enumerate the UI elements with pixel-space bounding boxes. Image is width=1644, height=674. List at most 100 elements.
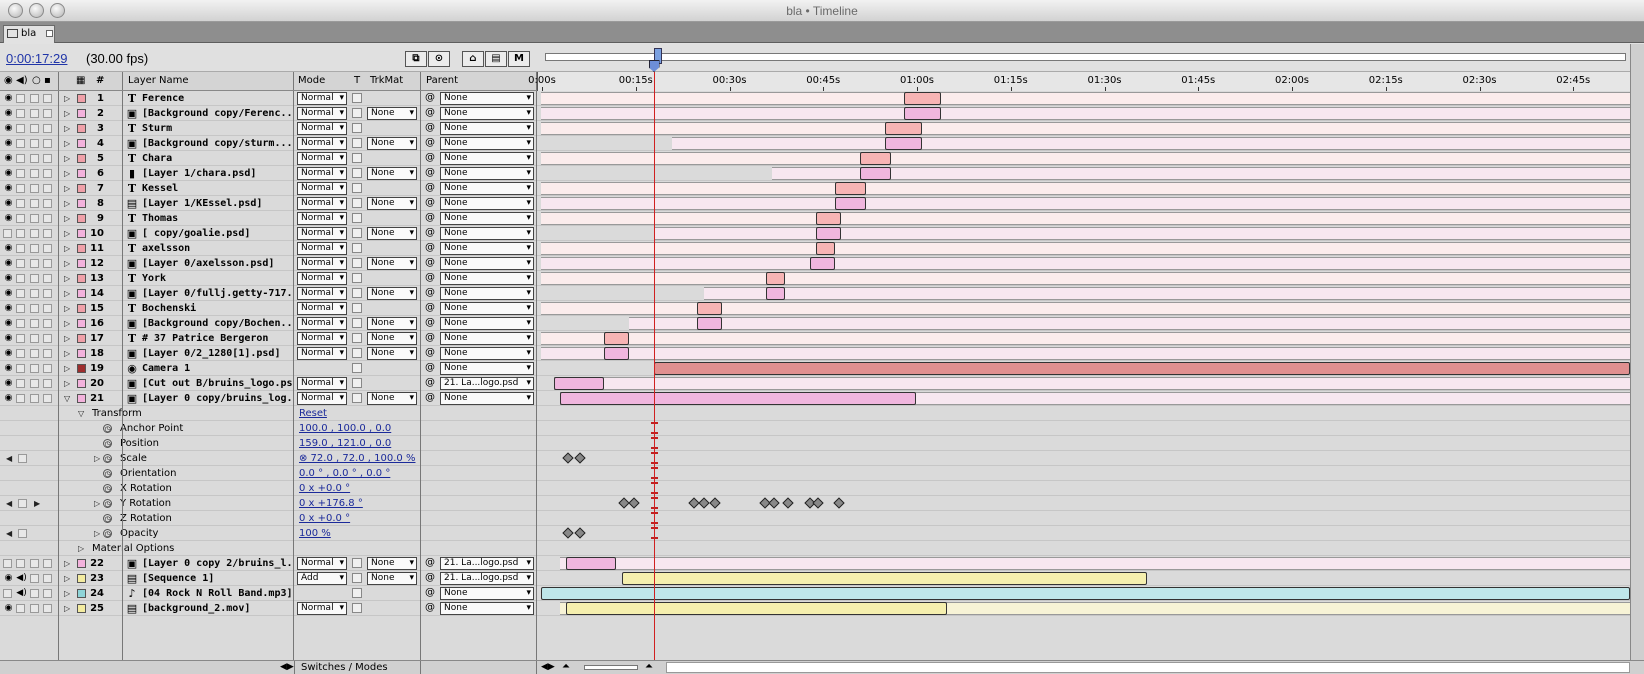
property-value[interactable]: 159.0 , 121.0 , 0.0 bbox=[299, 438, 391, 449]
layer-in-out-bar[interactable] bbox=[697, 317, 723, 330]
layer-name[interactable]: Camera 1 bbox=[142, 363, 292, 374]
trkmat-dropdown[interactable]: None bbox=[367, 197, 417, 210]
lock-switch-box[interactable] bbox=[43, 229, 52, 238]
video-eye-icon[interactable]: ◉ bbox=[3, 153, 14, 163]
solo-switch-box[interactable] bbox=[30, 349, 39, 358]
layer-duration-bar[interactable] bbox=[541, 257, 1630, 270]
shy-layers-icon[interactable]: ⊙ bbox=[428, 51, 450, 67]
preserve-transparency-checkbox[interactable] bbox=[352, 228, 362, 238]
pickwhip-icon[interactable]: @ bbox=[425, 242, 435, 253]
parent-dropdown[interactable]: None bbox=[440, 302, 534, 315]
keyframe-marker[interactable] bbox=[768, 497, 780, 509]
mode-dropdown[interactable]: Add bbox=[297, 572, 347, 585]
video-eye-icon[interactable]: ◉ bbox=[3, 573, 14, 583]
layer-row[interactable]: ◉ ▷ 2 ▣ [Background copy/Ferenc... Normal None… bbox=[0, 106, 1630, 121]
layer-row[interactable]: ◉ ▷ 11 Taxelsson Normal @ None bbox=[0, 241, 1630, 256]
pickwhip-icon[interactable]: @ bbox=[425, 392, 435, 403]
pickwhip-icon[interactable]: @ bbox=[425, 377, 435, 388]
layer-name[interactable]: [Layer 0 copy 2/bruins_l... bbox=[142, 558, 292, 569]
parent-dropdown[interactable]: None bbox=[440, 167, 534, 180]
trkmat-dropdown[interactable]: None bbox=[367, 287, 417, 300]
layer-row[interactable]: ◉ ▷ 15 T Bochenski Normal @ None bbox=[0, 301, 1630, 316]
expand-triangle-icon[interactable]: ▷ bbox=[64, 229, 70, 238]
solo-switch-box[interactable] bbox=[30, 124, 39, 133]
layer-row[interactable]: ◉ ▷ 13 T York Normal @ None bbox=[0, 271, 1630, 286]
layer-duration-bar[interactable] bbox=[703, 287, 1630, 300]
solo-switch-box[interactable] bbox=[30, 604, 39, 613]
mode-dropdown[interactable]: Normal bbox=[297, 92, 347, 105]
layer-in-out-bar[interactable] bbox=[603, 332, 629, 345]
layer-in-out-bar[interactable] bbox=[903, 107, 941, 120]
trkmat-dropdown[interactable]: None bbox=[367, 227, 417, 240]
keyframe-marker[interactable] bbox=[574, 452, 587, 464]
solo-switch-box[interactable] bbox=[30, 364, 39, 373]
lock-switch-box[interactable] bbox=[43, 139, 52, 148]
parent-dropdown[interactable]: None bbox=[440, 332, 534, 345]
expand-triangle-icon[interactable]: ▷ bbox=[94, 454, 100, 463]
lock-switch-box[interactable] bbox=[43, 364, 52, 373]
label-color-swatch[interactable] bbox=[77, 244, 86, 253]
audio-speaker-icon[interactable]: ◀) bbox=[16, 588, 27, 598]
mode-dropdown[interactable]: Normal bbox=[297, 347, 347, 360]
expand-triangle-icon[interactable]: ▷ bbox=[64, 364, 70, 373]
mode-dropdown[interactable]: Normal bbox=[297, 227, 347, 240]
video-eye-icon[interactable]: ◉ bbox=[3, 123, 14, 133]
video-eye-icon[interactable]: ◉ bbox=[3, 258, 14, 268]
label-color-swatch[interactable] bbox=[77, 304, 86, 313]
property-value[interactable]: 100 % bbox=[299, 528, 331, 539]
layer-row[interactable]: ◉ ▷ 6 ▮ [Layer 1/chara.psd] Normal None @ None bbox=[0, 166, 1630, 181]
layer-name[interactable]: axelsson bbox=[142, 243, 292, 254]
mode-dropdown[interactable]: Normal bbox=[297, 182, 347, 195]
audio-switch-box[interactable] bbox=[16, 559, 25, 568]
preserve-transparency-checkbox[interactable] bbox=[352, 288, 362, 298]
keyframe-marker[interactable] bbox=[574, 527, 587, 539]
keyframe-navigator-icon[interactable]: ◀ bbox=[6, 454, 12, 463]
expand-triangle-icon[interactable]: ▷ bbox=[64, 289, 70, 298]
video-eye-icon[interactable]: ◉ bbox=[3, 318, 14, 328]
mode-dropdown[interactable]: Normal bbox=[297, 167, 347, 180]
stopwatch-active-icon[interactable]: ◷ bbox=[103, 454, 112, 463]
video-eye-icon[interactable]: ◉ bbox=[3, 378, 14, 388]
keyframe-marker[interactable] bbox=[782, 497, 794, 509]
audio-switch-box[interactable] bbox=[16, 394, 25, 403]
layer-row[interactable]: ◉ ▷ 18 ▣ [Layer 0/2_1280[1].psd] Normal None @ N… bbox=[0, 346, 1630, 361]
time-ruler[interactable]: 0:00s 00:15s 00:30s 00:45s 01:00s 01:15s 01:30… bbox=[528, 72, 1630, 91]
label-color-swatch[interactable] bbox=[77, 139, 86, 148]
lock-switch-box[interactable] bbox=[43, 109, 52, 118]
motion-blur-icon[interactable]: ▤ bbox=[485, 51, 507, 67]
expand-triangle-icon[interactable]: ▷ bbox=[64, 124, 70, 133]
mode-dropdown[interactable]: Normal bbox=[297, 242, 347, 255]
lock-switch-box[interactable] bbox=[43, 334, 52, 343]
transform-group-row[interactable]: ▽ Transform Reset bbox=[0, 406, 1630, 421]
layer-name[interactable]: York bbox=[142, 273, 292, 284]
layer-row[interactable]: ◉ ▷ 9 T Thomas Normal @ None bbox=[0, 211, 1630, 226]
label-color-swatch[interactable] bbox=[77, 589, 86, 598]
zoom-slider[interactable] bbox=[584, 665, 638, 670]
preserve-transparency-checkbox[interactable] bbox=[352, 363, 362, 373]
label-color-swatch[interactable] bbox=[77, 229, 86, 238]
preserve-transparency-checkbox[interactable] bbox=[352, 243, 362, 253]
comp-marker-icon[interactable]: ⧉ bbox=[405, 51, 427, 67]
expand-triangle-icon[interactable]: ▷ bbox=[64, 379, 70, 388]
layer-in-out-bar[interactable] bbox=[809, 257, 835, 270]
layer-in-out-bar[interactable] bbox=[816, 227, 841, 240]
solo-switch-box[interactable] bbox=[30, 199, 39, 208]
layer-name[interactable]: [Layer 1/chara.psd] bbox=[142, 168, 292, 179]
pickwhip-icon[interactable]: @ bbox=[425, 122, 435, 133]
preserve-transparency-checkbox[interactable] bbox=[352, 378, 362, 388]
trkmat-dropdown[interactable]: None bbox=[367, 317, 417, 330]
preserve-transparency-checkbox[interactable] bbox=[352, 108, 362, 118]
layer-duration-bar[interactable] bbox=[772, 167, 1630, 180]
pickwhip-icon[interactable]: @ bbox=[425, 227, 435, 238]
layer-duration-bar[interactable] bbox=[541, 182, 1630, 195]
layer-duration-bar[interactable] bbox=[672, 137, 1630, 150]
stopwatch-icon[interactable]: ◷ bbox=[103, 514, 112, 523]
expand-triangle-icon[interactable]: ▷ bbox=[64, 304, 70, 313]
expand-triangle-icon[interactable]: ▷ bbox=[64, 169, 70, 178]
layer-duration-bar[interactable] bbox=[653, 227, 1630, 240]
layer-name[interactable]: Thomas bbox=[142, 213, 292, 224]
property-value[interactable]: 100.0 , 100.0 , 0.0 bbox=[299, 423, 391, 434]
layer-name[interactable]: # 37 Patrice Bergeron bbox=[142, 333, 292, 344]
preserve-transparency-checkbox[interactable] bbox=[352, 258, 362, 268]
layer-name[interactable]: Ference bbox=[142, 93, 292, 104]
